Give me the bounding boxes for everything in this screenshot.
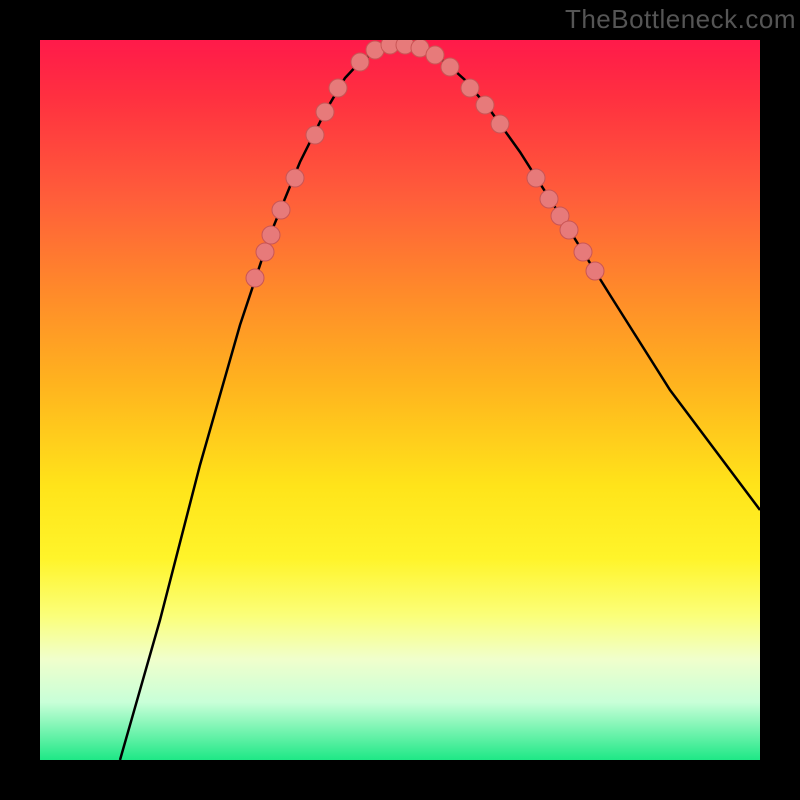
data-dot bbox=[256, 243, 274, 261]
data-dot bbox=[316, 103, 334, 121]
data-dot bbox=[306, 126, 324, 144]
data-dot bbox=[574, 243, 592, 261]
data-dot bbox=[476, 96, 494, 114]
data-dot bbox=[262, 226, 280, 244]
data-dot bbox=[246, 269, 264, 287]
watermark-text: TheBottleneck.com bbox=[565, 4, 796, 35]
data-dot bbox=[286, 169, 304, 187]
data-dot bbox=[586, 262, 604, 280]
data-dot bbox=[560, 221, 578, 239]
data-dot bbox=[272, 201, 290, 219]
data-dot bbox=[426, 46, 444, 64]
data-dot bbox=[491, 115, 509, 133]
data-dot bbox=[329, 79, 347, 97]
chart-container: TheBottleneck.com bbox=[0, 0, 800, 800]
data-dot bbox=[441, 58, 459, 76]
data-dot bbox=[540, 190, 558, 208]
data-dot bbox=[351, 53, 369, 71]
curve-svg bbox=[40, 40, 760, 760]
data-dot bbox=[461, 79, 479, 97]
plot-area bbox=[40, 40, 760, 760]
data-dot bbox=[527, 169, 545, 187]
bottleneck-curve bbox=[120, 44, 760, 760]
